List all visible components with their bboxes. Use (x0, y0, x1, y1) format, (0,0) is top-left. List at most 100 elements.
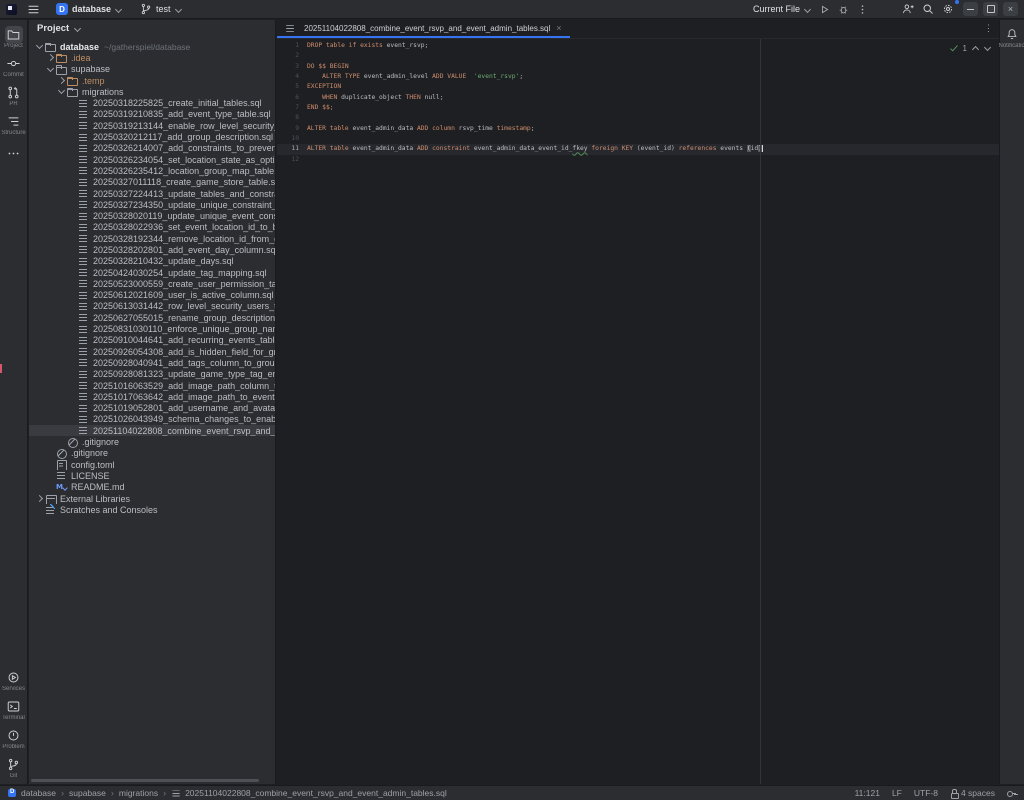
code-editor[interactable]: 1DROP table if exists event_rsvp;23DO $$… (277, 39, 999, 784)
code-line[interactable]: 8 (277, 113, 999, 123)
tree-item[interactable]: 20250328020119_update_unique_event_const… (29, 210, 275, 221)
project-selector-button[interactable]: D database (52, 1, 126, 17)
chevron-expanded-icon[interactable] (46, 65, 55, 74)
tree-item[interactable]: 20250328202801_add_event_day_column.sql (29, 244, 275, 255)
tree-item[interactable]: 20250319213144_enable_row_level_security… (29, 120, 275, 131)
tree-item[interactable]: 20251016063529_add_image_path_column_to_… (29, 380, 275, 391)
chevron-expanded-icon[interactable] (35, 42, 44, 51)
tree-item[interactable]: 20250928081323_update_game_type_tag_enum… (29, 369, 275, 380)
tree-item[interactable]: 20250928040941_add_tags_column_to_groups… (29, 357, 275, 368)
indent-widget[interactable]: 4 spaces (950, 788, 995, 798)
tree-item[interactable]: 20250318225825_create_initial_tables.sql (29, 97, 275, 108)
code-line[interactable]: 10 (277, 134, 999, 144)
tab-list-menu-button[interactable]: ⋮ (984, 23, 993, 34)
tool-button-structure[interactable]: Structure (0, 110, 28, 138)
next-problem-icon[interactable] (983, 44, 991, 52)
breadcrumb-item[interactable]: database (21, 788, 56, 798)
breadcrumb-item[interactable]: migrations (119, 788, 158, 798)
tree-item[interactable]: 20250319210835_add_event_type_table.sql (29, 109, 275, 120)
tree-item[interactable]: 20250327011118_create_game_store_table.s… (29, 177, 275, 188)
tool-button-pr[interactable]: PR (0, 81, 28, 109)
settings-button[interactable] (938, 1, 958, 17)
tree-item[interactable]: 20250424030254_update_tag_mapping.sql (29, 267, 275, 278)
inspections-widget[interactable]: 1 (949, 43, 991, 53)
tree-item[interactable]: 20250320212117_add_group_description.sql (29, 131, 275, 142)
code-line[interactable]: 11ALTER table event_admin_data ADD const… (277, 144, 999, 154)
tree-item[interactable]: 20250613031442_row_level_security_users_… (29, 301, 275, 312)
code-line[interactable]: 4 ALTER TYPE event_admin_level ADD VALUE… (277, 72, 999, 82)
tree-item[interactable]: .idea (29, 52, 275, 63)
code-with-me-button[interactable] (898, 1, 918, 17)
tree-item[interactable]: migrations (29, 86, 275, 97)
code-line[interactable]: 9ALTER table event_admin_data ADD column… (277, 124, 999, 134)
previous-problem-icon[interactable] (971, 44, 979, 52)
close-button[interactable]: × (1003, 2, 1018, 16)
run-config-selector[interactable]: Current File (749, 2, 815, 16)
tree-item[interactable]: README.md (29, 482, 275, 493)
project-panel-header[interactable]: Project (29, 20, 275, 37)
maximize-button[interactable] (983, 2, 998, 16)
tree-item[interactable]: database~/gatherspiel/database (29, 41, 275, 52)
debug-button[interactable] (834, 2, 853, 17)
more-actions-button[interactable] (853, 2, 872, 17)
code-line[interactable]: 1DROP table if exists event_rsvp; (277, 41, 999, 51)
code-line[interactable]: 5EXCEPTION (277, 82, 999, 92)
minimize-button[interactable] (963, 2, 978, 16)
breadcrumb-item[interactable]: 20251104022808_combine_event_rsvp_and_ev… (185, 788, 447, 798)
caret-position-widget[interactable]: 11:121 (855, 788, 880, 798)
tree-item[interactable]: 20250327234350_update_unique_constraint_… (29, 199, 275, 210)
code-line[interactable]: 2 (277, 51, 999, 61)
breadcrumb-item[interactable]: supabase (69, 788, 106, 798)
tree-item[interactable]: 20250326214007_add_constraints_to_preven… (29, 143, 275, 154)
code-line[interactable]: 12 (277, 155, 999, 165)
tree-item[interactable]: supabase (29, 64, 275, 75)
tree-item[interactable]: LICENSE (29, 470, 275, 481)
tool-button-more[interactable] (0, 139, 28, 167)
chevron-collapsed-icon[interactable] (35, 494, 44, 503)
tool-button-notifications[interactable]: Notifications (998, 23, 1024, 51)
main-menu-button[interactable] (23, 1, 44, 18)
tree-item[interactable]: 20250328210432_update_days.sql (29, 256, 275, 267)
tree-item[interactable]: 20250831030110_enforce_unique_group_name… (29, 323, 275, 334)
tree-item[interactable]: 20250327224413_update_tables_and_constra… (29, 188, 275, 199)
tree-item[interactable]: 20250612021609_user_is_active_column.sql (29, 290, 275, 301)
tool-button-problems[interactable]: Problem (0, 724, 28, 752)
tool-button-git[interactable]: Git (0, 753, 28, 781)
tree-item[interactable]: 20250910044641_add_recurring_events_tabl… (29, 335, 275, 346)
tree-item[interactable]: config.toml (29, 459, 275, 470)
chevron-collapsed-icon[interactable] (46, 53, 55, 62)
search-everywhere-button[interactable] (918, 1, 938, 17)
tool-button-commit[interactable]: Commit (0, 52, 28, 80)
code-line[interactable]: 3DO $$ BEGIN (277, 62, 999, 72)
tree-item[interactable]: Scratches and Consoles (29, 504, 275, 515)
tool-button-terminal[interactable]: Terminal (0, 695, 28, 723)
tree-item[interactable]: 20250328192344_remove_location_id_from_g… (29, 233, 275, 244)
encoding-widget[interactable]: UTF-8 (914, 788, 938, 798)
chevron-collapsed-icon[interactable] (57, 76, 66, 85)
tree-item[interactable]: 20251017063642_add_image_path_to_events.… (29, 391, 275, 402)
tree-item[interactable]: .temp (29, 75, 275, 86)
tool-button-project[interactable]: Project (0, 23, 28, 51)
tree-item[interactable]: 20250326234054_set_location_state_as_opt… (29, 154, 275, 165)
tree-item[interactable]: 20250328022936_set_event_location_id_to_… (29, 222, 275, 233)
vcs-branch-button[interactable]: test (136, 1, 186, 17)
key-icon[interactable] (1007, 789, 1016, 798)
tree-item[interactable]: 20250627055015_rename_group_description_… (29, 312, 275, 323)
chevron-expanded-icon[interactable] (57, 87, 66, 96)
close-tab-icon[interactable]: × (556, 24, 561, 33)
tree-item[interactable]: External Libraries (29, 493, 275, 504)
horizontal-scrollbar[interactable] (31, 779, 259, 782)
code-line[interactable]: 6 WHEN duplicate_object THEN null; (277, 93, 999, 103)
tree-item[interactable]: .gitignore (29, 448, 275, 459)
run-button[interactable] (815, 2, 834, 17)
tree-item[interactable]: 20250326235412_location_group_map_table.… (29, 165, 275, 176)
editor-tab[interactable]: 20251104022808_combine_event_rsvp_and_ev… (277, 20, 570, 38)
tree-item[interactable]: 20250926054308_add_is_hidden_field_for_g… (29, 346, 275, 357)
code-line[interactable]: 7END $$; (277, 103, 999, 113)
tree-item[interactable]: .gitignore (29, 436, 275, 447)
line-separator-widget[interactable]: LF (892, 788, 902, 798)
tree-item[interactable]: 20251026043949_schema_changes_to_enable_… (29, 414, 275, 425)
tree-item[interactable]: 20251019052801_add_username_and_avatar_c… (29, 403, 275, 414)
tree-item[interactable]: 20251104022808_combine_event_rsvp_and_ev… (29, 425, 275, 436)
tool-button-services[interactable]: Services (0, 666, 28, 694)
